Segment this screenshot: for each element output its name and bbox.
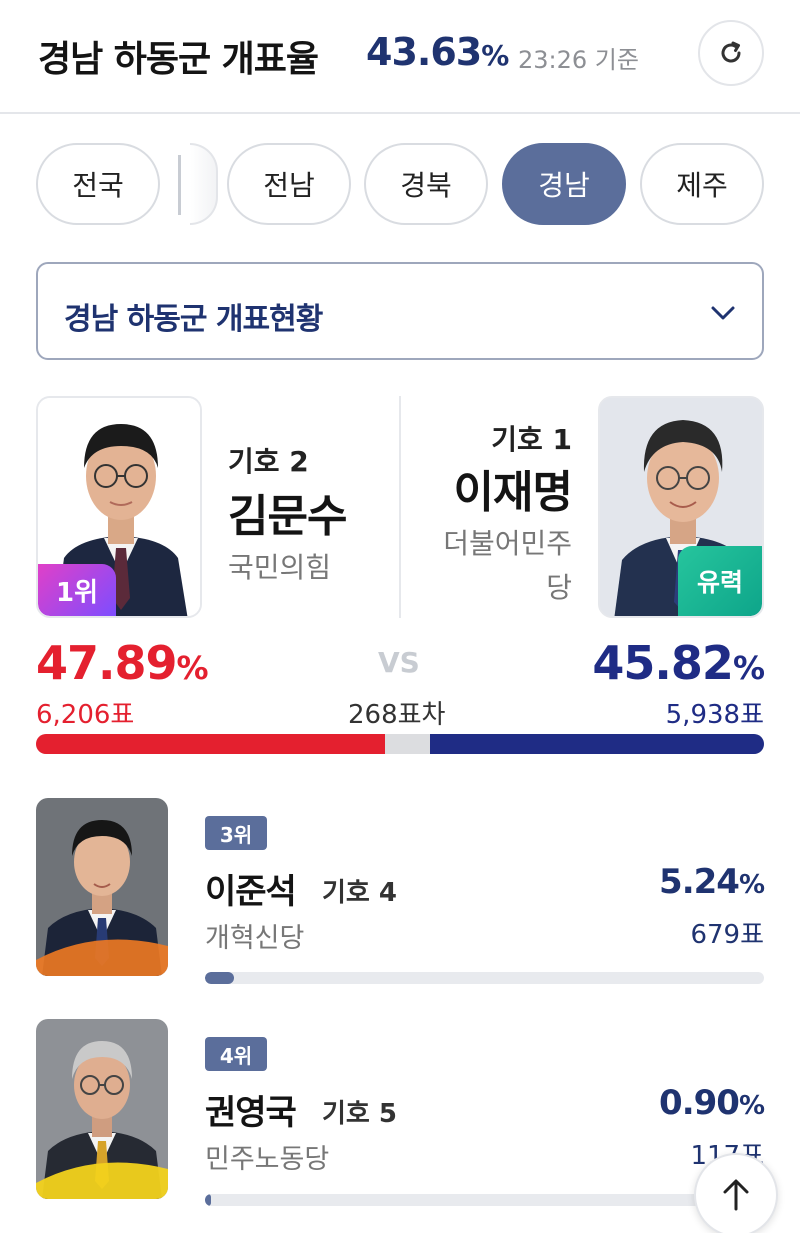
candidate-percentage-value: 5.24 — [659, 862, 740, 902]
share-bar-right — [430, 734, 764, 754]
page-title: 경남 하동군 개표율 — [38, 39, 319, 80]
candidate-percentage-unit: % — [738, 1091, 765, 1121]
share-bar — [36, 734, 764, 754]
tab-label: 전남 — [263, 169, 315, 202]
tab-gyeongbuk[interactable]: 경북 — [364, 143, 488, 225]
tab-label: 전국 — [72, 169, 124, 202]
candidate-photo-lee-junseok[interactable] — [36, 798, 168, 976]
vote-margin: 268표차 — [348, 700, 446, 730]
scroll-top-button[interactable] — [694, 1153, 778, 1233]
candidate-party-continued: 당 — [546, 571, 572, 604]
right-percentage-unit: % — [732, 649, 765, 687]
candidate-party: 개혁신당 — [205, 923, 305, 954]
count-rate-value: 43.63 — [366, 30, 482, 74]
portrait-image — [36, 798, 168, 976]
district-select-label: 경남 하동군 개표현황 — [64, 302, 323, 337]
refresh-button[interactable] — [698, 20, 764, 86]
candidate-photo-kwon[interactable] — [36, 1019, 168, 1199]
candidate-percentage-value: 0.90 — [659, 1083, 740, 1123]
candidate-number: 기호 2 — [228, 445, 309, 478]
header: 경남 하동군 개표율 43.63% 23:26 기준 — [0, 0, 800, 114]
candidate-name: 이준석 — [205, 872, 297, 912]
share-bar-fill — [205, 972, 235, 984]
tab-jeju[interactable]: 제주 — [640, 143, 764, 225]
share-bar — [205, 1194, 764, 1206]
count-rate-unit: % — [481, 39, 509, 72]
refresh-icon — [721, 41, 741, 63]
portrait-image — [36, 1019, 168, 1199]
share-bar-fill — [205, 1194, 211, 1206]
tab-label: 제주 — [676, 169, 728, 202]
left-votes: 6,206표 — [36, 700, 135, 730]
arrow-up-icon — [723, 1179, 749, 1211]
chevron-down-icon — [711, 306, 735, 320]
tab-nationwide[interactable]: 전국 — [36, 143, 160, 225]
candidate-votes: 679표 — [690, 920, 764, 950]
lead-badge: 유력 — [678, 546, 762, 616]
tab-gyeongnam[interactable]: 경남 — [502, 143, 626, 225]
candidate-name: 권영국 — [205, 1093, 297, 1133]
left-percentage-unit: % — [176, 649, 209, 687]
tab-jeonnam[interactable]: 전남 — [227, 143, 351, 225]
candidate-photo-kim[interactable]: 1위 — [36, 396, 202, 618]
candidate-photo-lee[interactable]: 유력 — [598, 396, 764, 618]
candidate-name: 이재명 — [453, 467, 573, 518]
left-percentage: 47.89% — [36, 636, 209, 690]
share-bar — [205, 972, 764, 984]
candidate-number: 기호 5 — [322, 1099, 397, 1129]
candidate-number: 기호 4 — [322, 878, 397, 908]
candidate-party: 더불어민주 — [443, 527, 572, 560]
rank-badge: 1위 — [38, 564, 116, 616]
candidate-party: 국민의힘 — [228, 551, 332, 584]
rank-chip: 4위 — [205, 1037, 267, 1071]
candidate-percentage: 0.90% — [659, 1083, 765, 1123]
candidate-percentage-unit: % — [738, 870, 765, 900]
right-percentage-value: 45.82 — [592, 636, 734, 690]
candidate-name: 김문수 — [228, 491, 347, 542]
right-votes: 5,938표 — [665, 700, 764, 730]
right-percentage: 45.82% — [592, 636, 765, 690]
matchup-divider — [399, 396, 401, 618]
rank-chip: 3위 — [205, 816, 267, 850]
count-rate: 43.63% — [366, 30, 509, 74]
tab-scroll-fade — [190, 143, 218, 225]
candidate-percentage: 5.24% — [659, 862, 765, 902]
tab-label: 경남 — [538, 169, 590, 202]
vs-label: VS — [378, 646, 420, 679]
candidate-party: 민주노동당 — [205, 1144, 330, 1175]
share-bar-left — [36, 734, 385, 754]
tab-label: 경북 — [400, 169, 452, 202]
update-time: 23:26 기준 — [518, 46, 639, 74]
tab-divider — [178, 155, 181, 215]
district-select[interactable]: 경남 하동군 개표현황 — [36, 262, 764, 360]
candidate-number: 기호 1 — [491, 423, 572, 456]
left-percentage-value: 47.89 — [36, 636, 178, 690]
